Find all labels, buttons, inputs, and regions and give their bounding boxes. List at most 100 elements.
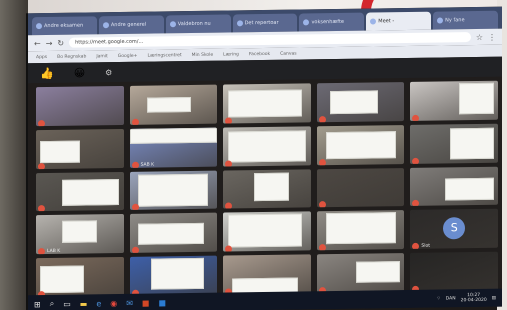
bookmark-item[interactable]: Google+ bbox=[118, 53, 138, 58]
reload-icon[interactable]: ↻ bbox=[57, 38, 64, 47]
bookmark-item[interactable]: Min Skole bbox=[192, 52, 214, 57]
tab-label: Andre generel bbox=[110, 21, 147, 29]
muted-mic-icon bbox=[38, 248, 45, 255]
participant-tile[interactable] bbox=[410, 166, 498, 207]
participant-name-label bbox=[38, 205, 47, 212]
bookmark-item[interactable]: Jamit bbox=[96, 54, 107, 59]
windows-start-icon[interactable]: ⊞ bbox=[34, 300, 41, 309]
browser-tab[interactable]: Det repertoar bbox=[232, 13, 298, 33]
participant-name-label bbox=[225, 160, 234, 167]
participant-name: LAB K bbox=[47, 249, 61, 255]
muted-mic-icon bbox=[225, 117, 233, 124]
browser-tab[interactable]: Valdebron nu bbox=[165, 14, 231, 34]
menu-icon[interactable]: ⋮ bbox=[488, 32, 496, 41]
tab-label: Meet - bbox=[378, 18, 395, 25]
participant-tile[interactable] bbox=[129, 255, 218, 296]
muted-mic-icon bbox=[412, 157, 420, 164]
tab-label: Andre eksamen bbox=[44, 22, 84, 30]
held-paper bbox=[40, 140, 80, 163]
participant-tile[interactable] bbox=[223, 126, 311, 167]
bookmark-item[interactable]: Apps bbox=[36, 55, 47, 60]
participant-tile[interactable] bbox=[316, 124, 405, 165]
participant-tile[interactable] bbox=[316, 167, 405, 208]
mail-icon[interactable]: ✉ bbox=[126, 298, 133, 307]
participant-tile[interactable] bbox=[316, 82, 405, 123]
participant-name-label bbox=[131, 246, 141, 254]
muted-mic-icon bbox=[412, 243, 420, 250]
participant-name-label bbox=[412, 200, 421, 207]
bookmark-item[interactable]: Bo Regnskab bbox=[57, 54, 86, 59]
muted-mic-icon bbox=[318, 244, 326, 251]
participant-tile[interactable] bbox=[410, 80, 498, 121]
edge-icon[interactable]: e bbox=[96, 299, 101, 308]
participant-tile[interactable] bbox=[223, 254, 311, 295]
participant-tile[interactable] bbox=[316, 253, 405, 294]
participant-grid: SAB K LAB K S Slot bbox=[36, 80, 498, 298]
muted-mic-icon bbox=[38, 205, 45, 212]
participant-tile[interactable] bbox=[36, 128, 124, 169]
participant-tile[interactable] bbox=[36, 171, 124, 212]
wifi-icon[interactable]: ⌔ bbox=[437, 296, 441, 302]
held-paper bbox=[129, 127, 218, 145]
tab-favicon-icon bbox=[437, 17, 444, 24]
tab-favicon-icon bbox=[370, 18, 377, 25]
participant-tile[interactable] bbox=[410, 123, 498, 164]
browser-tab[interactable]: Andre generel bbox=[98, 15, 164, 35]
participant-name-label bbox=[131, 204, 141, 211]
bookmark-item[interactable]: Canvas bbox=[280, 51, 297, 56]
settings-icon[interactable]: ⚙ bbox=[105, 68, 112, 77]
muted-mic-icon bbox=[131, 161, 139, 168]
held-paper bbox=[40, 265, 85, 294]
chrome-icon[interactable]: ◉ bbox=[110, 299, 117, 308]
tab-favicon-icon bbox=[303, 19, 310, 26]
participant-tile[interactable] bbox=[129, 84, 218, 125]
participant-tile[interactable] bbox=[36, 85, 124, 126]
participant-name-label bbox=[318, 244, 328, 251]
clock-date: 20-04-2020 bbox=[460, 297, 487, 304]
forward-icon[interactable]: → bbox=[46, 38, 53, 47]
participant-tile[interactable] bbox=[410, 251, 498, 292]
tab-favicon-icon bbox=[102, 22, 109, 29]
browser-tab[interactable]: Ny fane bbox=[433, 10, 499, 30]
browser-tab[interactable]: Meet - bbox=[366, 11, 432, 31]
bookmark-item[interactable]: Læringscentret bbox=[147, 53, 181, 58]
monitor-screen: Andre eksamen Andre generel Valdebron nu De… bbox=[26, 6, 502, 310]
participant-tile[interactable] bbox=[36, 257, 124, 298]
powerpoint-icon[interactable]: ■ bbox=[142, 298, 150, 307]
clock[interactable]: 10:27 20-04-2020 bbox=[461, 293, 487, 303]
search-icon[interactable]: ⌕ bbox=[50, 299, 54, 309]
tab-label: Det repertoar bbox=[244, 19, 279, 27]
thumbs-up-icon[interactable]: 👍 bbox=[40, 66, 54, 79]
word-icon[interactable]: ■ bbox=[158, 298, 166, 307]
muted-mic-icon bbox=[131, 246, 139, 254]
muted-mic-icon bbox=[38, 119, 45, 126]
participant-tile[interactable] bbox=[223, 168, 311, 209]
participant-tile[interactable] bbox=[223, 211, 311, 252]
browser-tab[interactable]: voksenhæfte bbox=[299, 12, 365, 32]
participant-tile[interactable]: S Slot bbox=[410, 209, 498, 250]
bookmark-item[interactable]: Læring bbox=[223, 52, 239, 57]
participant-name-label: LAB K bbox=[38, 248, 61, 255]
participant-tile[interactable]: SAB K bbox=[129, 127, 218, 168]
participant-tile[interactable] bbox=[223, 83, 311, 124]
background-object bbox=[0, 0, 28, 310]
participant-tile[interactable] bbox=[129, 170, 218, 211]
participant-name-label bbox=[38, 119, 47, 126]
file-explorer-icon[interactable]: ▬ bbox=[80, 299, 88, 308]
tab-label: voksenhæfte bbox=[311, 18, 344, 26]
muted-mic-icon bbox=[225, 245, 233, 252]
task-view-icon[interactable]: ▭ bbox=[63, 299, 71, 308]
bookmark-item[interactable]: Facebook bbox=[249, 51, 270, 56]
smiley-icon[interactable]: 😀 bbox=[74, 66, 85, 79]
back-icon[interactable]: ← bbox=[34, 39, 41, 48]
held-paper bbox=[227, 213, 303, 248]
language-indicator[interactable]: DAN bbox=[446, 296, 456, 301]
notification-icon[interactable]: ▤ bbox=[492, 295, 496, 300]
browser-tab[interactable]: Andre eksamen bbox=[32, 16, 97, 36]
participant-tile[interactable] bbox=[129, 213, 218, 254]
participant-tile[interactable]: LAB K bbox=[36, 214, 124, 255]
tab-favicon-icon bbox=[169, 21, 176, 28]
star-icon[interactable]: ☆ bbox=[476, 32, 483, 41]
participant-tile[interactable] bbox=[316, 210, 405, 251]
participant-name: SAB K bbox=[140, 162, 155, 168]
